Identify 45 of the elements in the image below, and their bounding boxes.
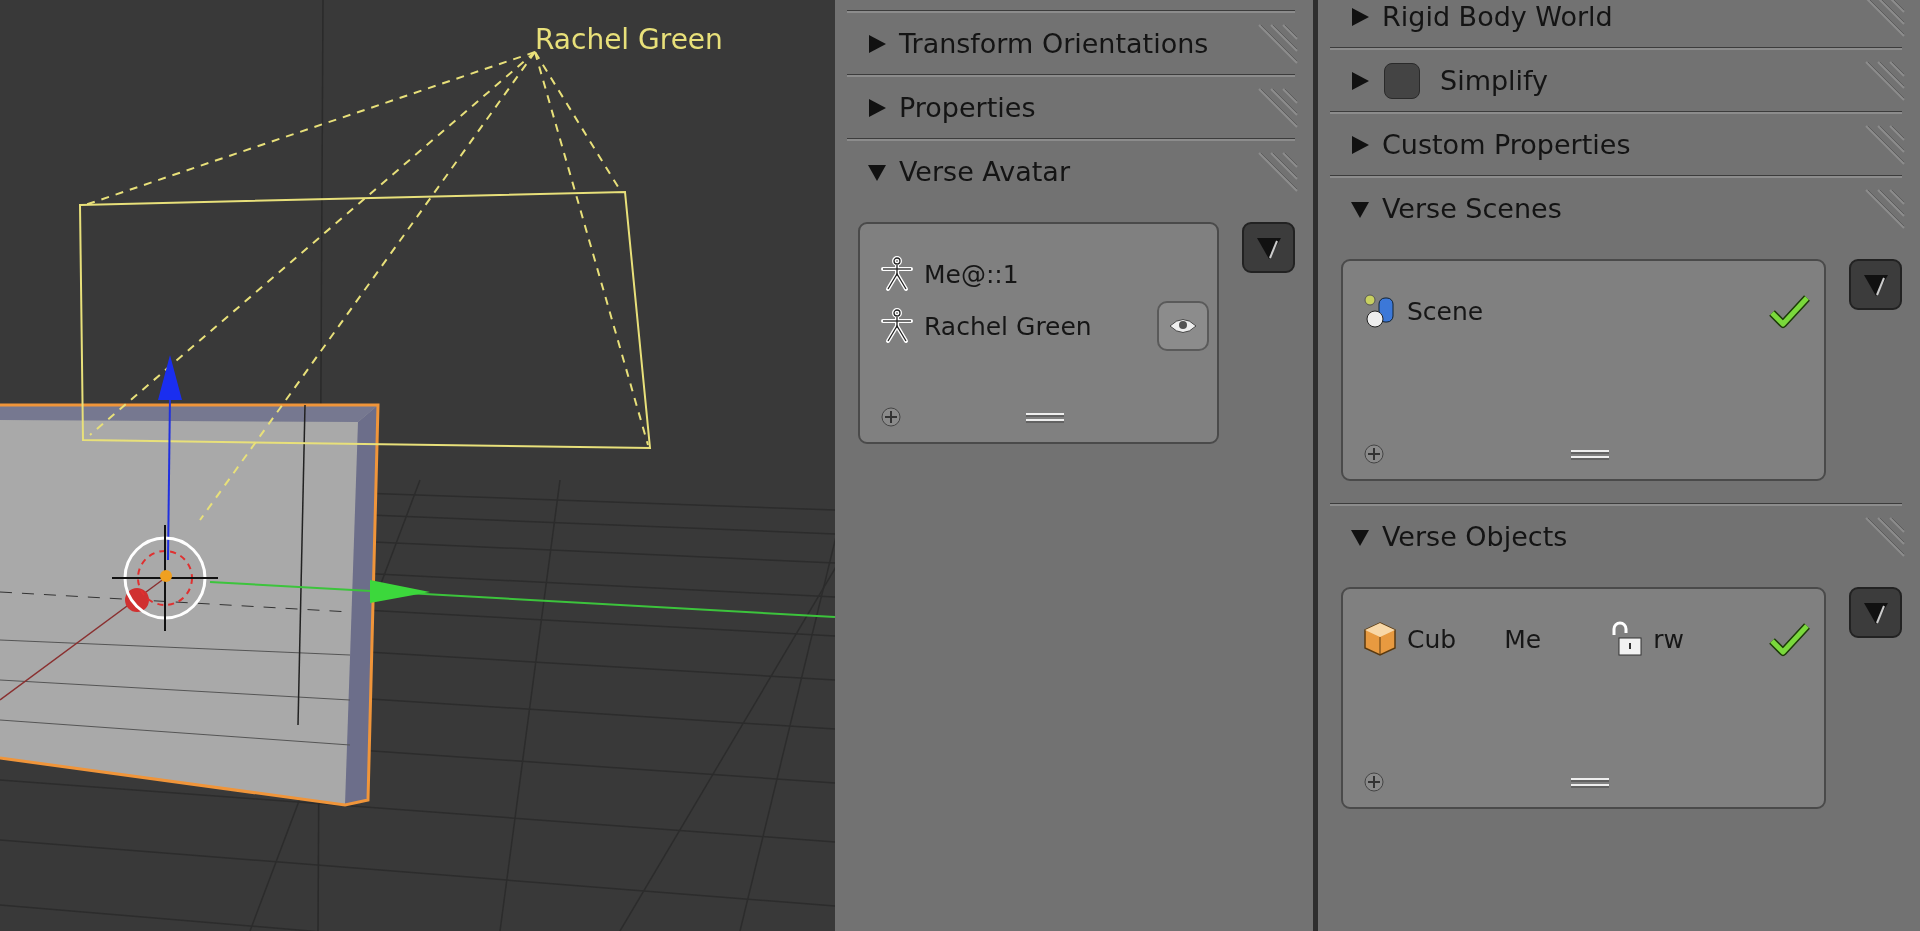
cube-icon [1363, 621, 1397, 657]
list-menu-button[interactable] [1849, 259, 1902, 310]
person-icon [880, 308, 914, 344]
list-menu-button[interactable] [1849, 587, 1902, 638]
disclosure-triangle-icon[interactable] [1350, 134, 1370, 155]
3d-cursor-icon [111, 524, 219, 632]
add-icon[interactable] [1363, 771, 1385, 793]
disclosure-triangle-icon[interactable] [1350, 6, 1370, 27]
resize-handle-icon[interactable] [1569, 448, 1610, 460]
panel-title[interactable]: Transform Orientations [899, 28, 1209, 59]
panel-title[interactable]: Verse Avatar [899, 156, 1070, 187]
list-item-name[interactable]: Me@::1 [924, 259, 1019, 289]
drag-grip-icon[interactable] [1864, 0, 1906, 38]
owner-name: Me [1504, 624, 1542, 654]
panel-title[interactable]: Properties [899, 92, 1036, 123]
drag-grip-icon[interactable] [1864, 59, 1906, 102]
panel-title[interactable]: Rigid Body World [1382, 1, 1613, 32]
add-icon[interactable] [1363, 443, 1385, 465]
list-item-name[interactable]: Scene [1407, 296, 1484, 326]
drag-grip-icon[interactable] [1257, 150, 1299, 193]
eye-icon [1168, 316, 1198, 336]
disclosure-triangle-icon[interactable] [867, 97, 887, 118]
drag-grip-icon[interactable] [1257, 86, 1299, 129]
permission-text: rw [1653, 624, 1684, 654]
panel-title[interactable]: Verse Objects [1382, 521, 1568, 552]
list-item-name[interactable]: Cub [1407, 624, 1457, 654]
add-icon[interactable] [880, 406, 902, 428]
drag-grip-icon[interactable] [1864, 187, 1906, 230]
eye-button[interactable] [1157, 301, 1209, 351]
avatar-label: Rachel Green [535, 23, 723, 56]
checkbox[interactable] [1384, 62, 1420, 99]
disclosure-triangle-icon[interactable] [1350, 70, 1370, 91]
drag-grip-icon[interactable] [1257, 22, 1299, 65]
resize-handle-icon[interactable] [1569, 776, 1610, 788]
disclosure-triangle-icon[interactable] [867, 33, 887, 54]
list-item-name[interactable]: Rachel Green [924, 311, 1092, 341]
panel-title[interactable]: Verse Scenes [1382, 193, 1562, 224]
panel-title[interactable]: Simplify [1440, 65, 1549, 96]
drag-grip-icon[interactable] [1864, 123, 1906, 166]
panel-title[interactable]: Custom Properties [1382, 129, 1631, 160]
resize-handle-icon[interactable] [1024, 411, 1065, 423]
list-menu-button[interactable] [1242, 222, 1295, 273]
drag-grip-icon[interactable] [1864, 515, 1906, 558]
scene-icon [1363, 293, 1397, 329]
person-icon [880, 256, 914, 292]
